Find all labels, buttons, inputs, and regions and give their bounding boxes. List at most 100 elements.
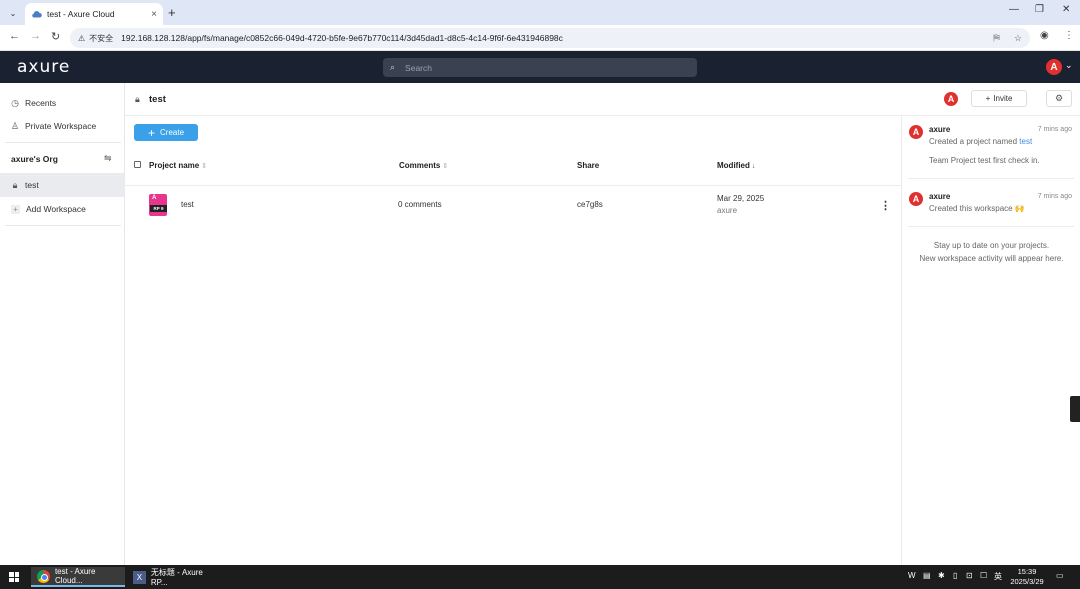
activity-text-prefix: Created a project named <box>929 137 1018 146</box>
browser-toolbar: ← → ↻ ⚠ 不安全 192.168.128.128/app/fs/manag… <box>0 25 1080 51</box>
invite-button-label: Invite <box>993 94 1013 103</box>
sidebar-item-private-workspace[interactable]: ♙ Private Workspace <box>0 114 125 138</box>
sidebar-item-workspace-test[interactable]: 🔒︎ test <box>0 173 125 197</box>
address-bar[interactable]: ⚠ 不安全 192.168.128.128/app/fs/manage/c085… <box>70 28 1030 48</box>
sidebar-item-recents[interactable]: ◷ Recents <box>0 91 125 115</box>
modified-by: axure <box>717 206 738 215</box>
main-content: 🔒︎ test + Create Project name ⇕ Comments ⇕… <box>125 83 901 565</box>
sort-icon: ⇕ <box>442 163 449 170</box>
chrome-icon <box>37 569 50 583</box>
select-all-checkbox[interactable] <box>134 161 141 168</box>
activity-user: axure <box>929 125 951 134</box>
sort-icon: ⇕ <box>201 163 208 170</box>
bluetooth-icon[interactable]: ✱ <box>938 571 945 580</box>
file-version-badge: RP 9 <box>150 205 167 212</box>
tab-title: test - Axure Cloud <box>47 9 115 19</box>
divider <box>908 226 1074 227</box>
chevron-down-icon[interactable]: ⌄ <box>1065 60 1073 71</box>
invite-button[interactable]: + Invite <box>971 90 1027 107</box>
column-header-project-name[interactable]: Project name ⇕ <box>149 161 207 170</box>
share-id[interactable]: ce7g8s <box>577 200 603 209</box>
divider <box>5 225 121 226</box>
activity-avatar: A <box>909 192 923 206</box>
activity-time: 7 mins ago <box>1037 126 1072 133</box>
ime-indicator[interactable]: 英 <box>994 571 1002 582</box>
person-icon: ♙ <box>11 120 20 131</box>
back-button[interactable]: ← <box>9 30 20 42</box>
reload-button[interactable]: ↻ <box>51 30 60 43</box>
org-name: axure's Org <box>11 154 58 164</box>
notification-icon[interactable]: ▭ <box>1056 571 1064 580</box>
empty-state-line: New workspace activity will appear here. <box>919 253 1064 263</box>
create-button-label: Create <box>160 128 185 137</box>
member-avatar[interactable]: A <box>944 92 958 106</box>
column-header-label: Modified <box>717 161 750 170</box>
column-header-modified[interactable]: Modified ↓ <box>717 161 755 170</box>
more-options-icon[interactable]: ⋮ <box>880 199 891 212</box>
windows-start-icon[interactable] <box>9 572 19 582</box>
project-name[interactable]: test <box>181 200 194 209</box>
windows-taskbar: test - Axure Cloud... X 无标题 - Axure RP..… <box>0 565 1080 589</box>
security-label[interactable]: 不安全 <box>89 33 113 44</box>
gear-icon: ⚙ <box>1054 93 1064 103</box>
plus-icon: + <box>147 125 155 140</box>
battery-icon[interactable]: ▯ <box>953 571 957 580</box>
sidebar-item-add-workspace[interactable]: + Add Workspace <box>0 197 125 221</box>
file-icon-letter: A <box>152 195 157 201</box>
search-input[interactable] <box>405 62 676 73</box>
rp-file-icon: A RP 9 <box>149 194 167 216</box>
axure-logo[interactable]: axure <box>17 57 70 77</box>
plus-icon: + <box>985 94 991 103</box>
browser-tab[interactable]: test - Axure Cloud × <box>25 3 163 25</box>
security-warning-icon[interactable]: ⚠ <box>78 34 85 43</box>
project-link[interactable]: test <box>1019 137 1032 146</box>
url-text[interactable]: 192.168.128.128/app/fs/manage/c0852c66-0… <box>121 33 979 43</box>
sidebar: ◷ Recents ♙ Private Workspace axure's Or… <box>0 83 125 565</box>
tab-search-dropdown-icon[interactable]: ⌄ <box>6 6 20 20</box>
column-header-comments[interactable]: Comments ⇕ <box>399 161 448 170</box>
network-icon[interactable]: ☐ <box>980 571 987 580</box>
tab-close-icon[interactable]: × <box>151 9 157 20</box>
translate-icon[interactable]: ⛿ <box>993 33 1000 44</box>
modified-date: Mar 29, 2025 <box>717 194 765 203</box>
tray-icon[interactable]: ▤ <box>923 571 931 580</box>
side-feedback-tab[interactable] <box>1070 396 1080 422</box>
activity-panel: A axure 7 mins ago Created a project nam… <box>901 116 1080 565</box>
axure-rp-icon: X <box>133 570 146 584</box>
divider <box>5 142 121 143</box>
activity-avatar: A <box>909 125 923 139</box>
minimize-button[interactable]: — <box>1009 4 1019 15</box>
sidebar-item-label: Add Workspace <box>26 204 86 214</box>
browser-menu-icon[interactable]: ⋮ <box>1064 30 1074 41</box>
sort-desc-icon: ↓ <box>751 163 756 170</box>
lock-icon: 🔒︎ <box>135 94 140 104</box>
system-clock[interactable]: 15:39 2025/3/29 <box>1007 567 1047 587</box>
taskbar-app-axure[interactable]: X 无标题 - Axure RP... <box>127 567 221 587</box>
bookmark-star-icon[interactable]: ☆ <box>1014 33 1022 44</box>
divider <box>908 178 1074 179</box>
page-title: test <box>149 94 166 105</box>
workspace-settings-button[interactable]: ⚙ <box>1046 90 1072 107</box>
comments-count[interactable]: 0 comments <box>398 200 442 209</box>
profile-icon[interactable]: ◉ <box>1040 30 1049 41</box>
column-header-label: Project name <box>149 161 200 170</box>
taskbar-app-label: test - Axure Cloud... <box>54 567 96 585</box>
user-avatar[interactable]: A <box>1046 59 1062 75</box>
search-box[interactable]: ⌕ <box>383 58 697 77</box>
close-window-button[interactable]: ✕ <box>1062 4 1070 15</box>
activity-user: axure <box>929 192 951 201</box>
forward-button[interactable]: → <box>30 30 41 42</box>
org-settings-icon[interactable]: ⇋ <box>104 153 112 164</box>
new-tab-button[interactable]: + <box>168 5 176 20</box>
tray-icon[interactable]: ⊡ <box>966 571 973 580</box>
sidebar-item-label: Private Workspace <box>25 121 97 131</box>
tray-icon[interactable]: W <box>908 571 916 580</box>
column-header-share: Share <box>577 161 599 170</box>
cloud-icon <box>32 11 42 18</box>
activity-text-prefix: Created this workspace <box>929 204 1013 213</box>
column-header-label: Comments <box>399 161 441 170</box>
restore-button[interactable]: ❐ <box>1035 4 1044 15</box>
table-row[interactable]: A RP 9 test 0 comments ce7g8s Mar 29, 20… <box>125 186 901 224</box>
taskbar-app-chrome[interactable]: test - Axure Cloud... <box>31 567 125 587</box>
create-button[interactable]: + Create <box>134 124 198 141</box>
